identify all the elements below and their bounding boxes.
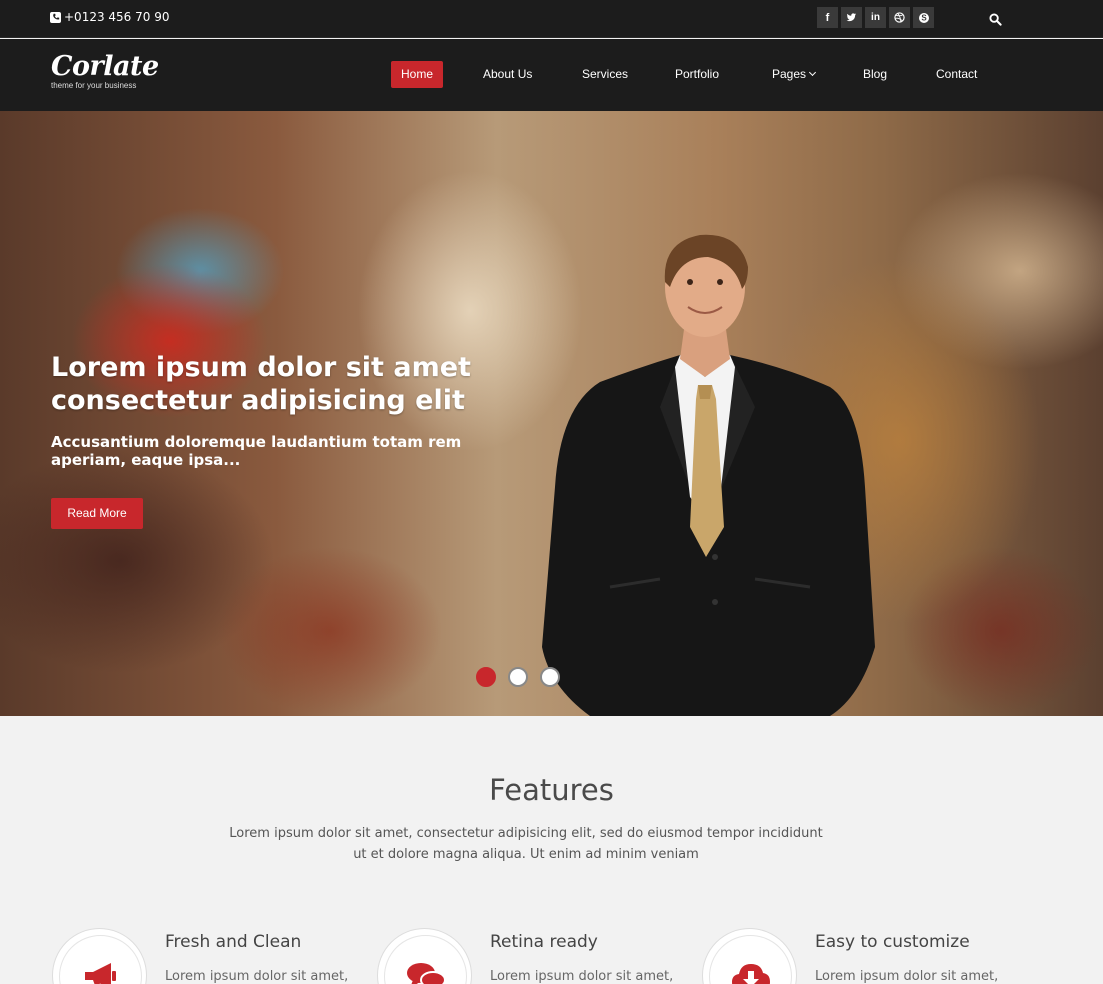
features-title: Features	[489, 773, 614, 807]
search-icon[interactable]	[989, 11, 1003, 26]
nav-home[interactable]: Home	[391, 61, 444, 88]
feature-title: Fresh and Clean	[165, 932, 302, 952]
dribbble-icon[interactable]	[889, 7, 910, 28]
logo-name: Corlate	[51, 51, 159, 82]
chevron-down-icon	[808, 68, 817, 77]
feature-title: Retina ready	[490, 932, 598, 952]
nav-services[interactable]: Services	[582, 61, 628, 88]
chat-icon	[406, 962, 446, 984]
twitter-icon[interactable]	[841, 7, 862, 28]
logo[interactable]: Corlate theme for your business	[51, 51, 159, 90]
feature-icon-ring	[59, 935, 142, 984]
main-navbar: Corlate theme for your business Home Abo…	[0, 39, 1103, 111]
megaphone-icon	[84, 962, 116, 984]
logo-tagline: theme for your business	[51, 81, 137, 90]
slider-dot-1[interactable]	[476, 667, 496, 687]
linkedin-icon[interactable]: in	[865, 7, 886, 28]
feature-text: Lorem ipsum dolor sit amet,	[490, 969, 674, 984]
slider-dots	[476, 667, 560, 687]
feature-icon-circle	[702, 928, 797, 984]
feature-title: Easy to customize	[815, 932, 970, 952]
feature-text: Lorem ipsum dolor sit amet,	[815, 969, 999, 984]
svg-text:S: S	[921, 13, 927, 22]
feature-icon-ring	[384, 935, 467, 984]
feature-icon-circle	[377, 928, 472, 984]
feature-text: Lorem ipsum dolor sit amet,	[165, 969, 349, 984]
slider-dot-2[interactable]	[508, 667, 528, 687]
nav-portfolio[interactable]: Portfolio	[675, 61, 719, 88]
skype-icon[interactable]: S	[913, 7, 934, 28]
nav-blog[interactable]: Blog	[863, 61, 887, 88]
nav-pages-label: Pages	[772, 67, 807, 81]
read-more-button[interactable]: Read More	[51, 498, 143, 529]
features-description: Lorem ipsum dolor sit amet, consectetur …	[229, 826, 823, 862]
businessman-image	[542, 234, 875, 716]
feature-icon-circle	[52, 928, 147, 984]
phone-number[interactable]: +0123 456 70 90	[50, 10, 169, 24]
cloud-download-icon	[731, 963, 770, 984]
hero-slider: Lorem ipsum dolor sit amet consectetur a…	[0, 111, 1103, 716]
feature-icon-ring	[709, 935, 792, 984]
hero-subtitle: Accusantium doloremque laudantium totam …	[51, 433, 462, 469]
top-bar: +0123 456 70 90 f in S	[0, 0, 1103, 38]
slider-dot-3[interactable]	[540, 667, 560, 687]
nav-about-us[interactable]: About Us	[483, 61, 532, 88]
social-links: f in S	[817, 7, 934, 28]
phone-icon	[50, 11, 61, 23]
facebook-icon[interactable]: f	[817, 7, 838, 28]
hero-copy: Lorem ipsum dolor sit amet consectetur a…	[51, 351, 481, 469]
nav-pages[interactable]: Pages	[772, 61, 817, 88]
hero-title: Lorem ipsum dolor sit amet consectetur a…	[51, 352, 471, 416]
phone-text: +0123 456 70 90	[64, 10, 170, 24]
nav-contact[interactable]: Contact	[936, 61, 977, 88]
